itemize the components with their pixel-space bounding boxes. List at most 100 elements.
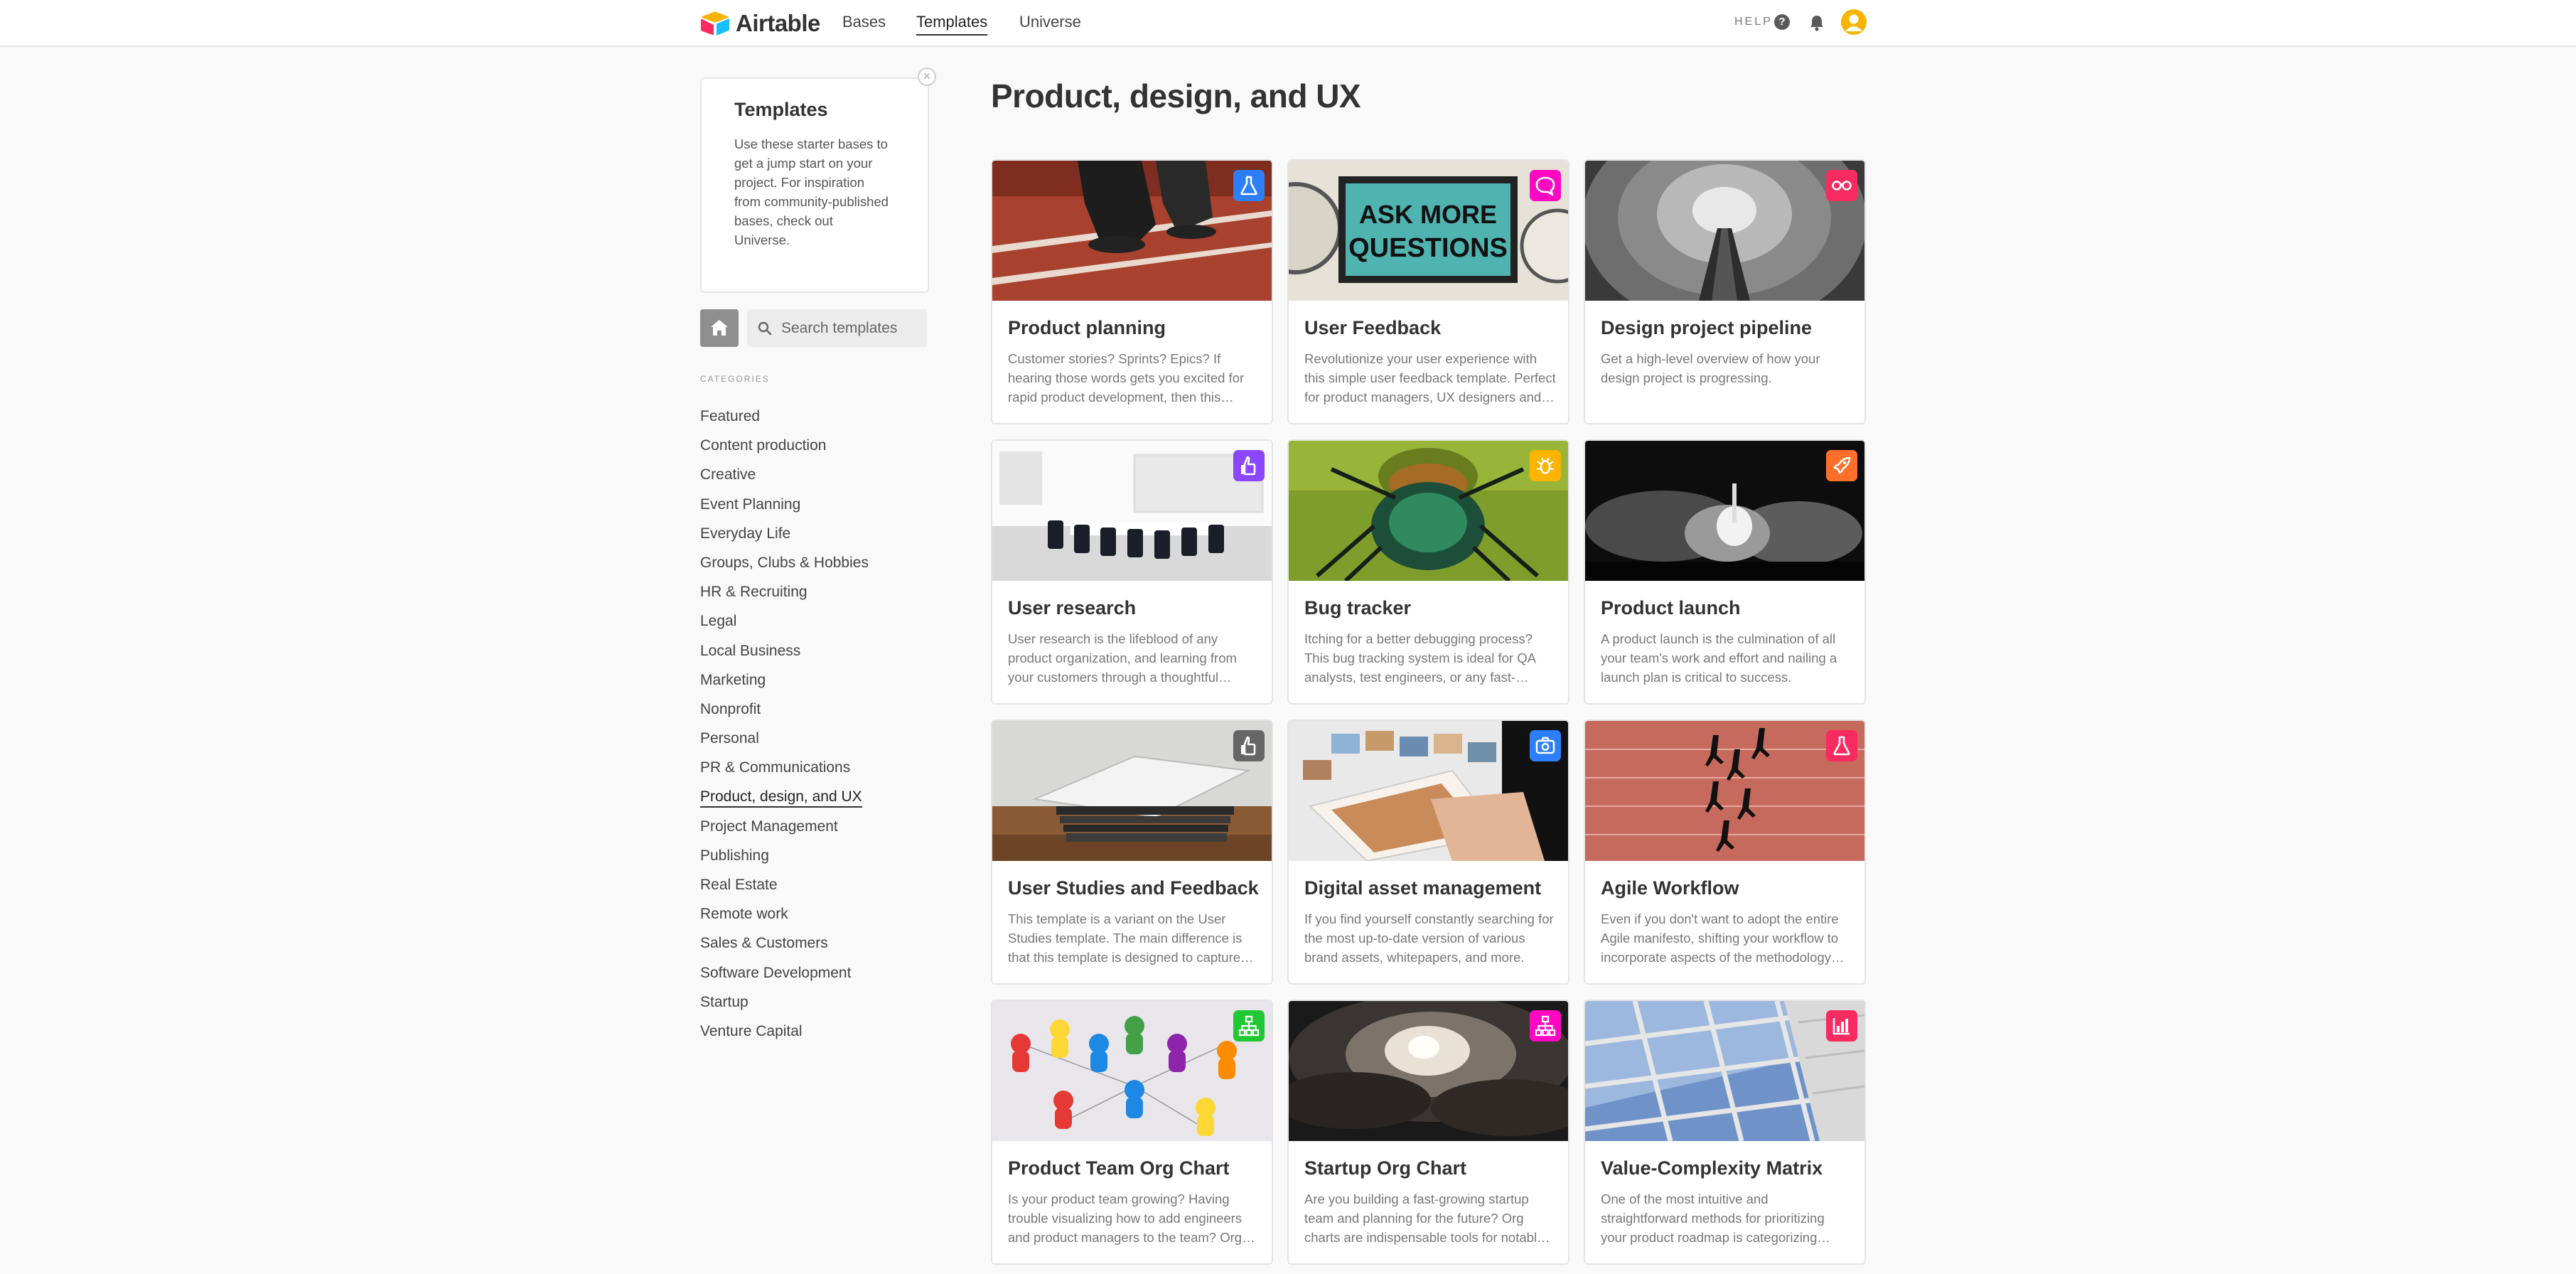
- card-description: This template is a variant on the User S…: [1008, 911, 1243, 965]
- org-chart-icon: [1530, 1010, 1561, 1042]
- category-item[interactable]: Legal: [700, 610, 869, 639]
- search-icon: [758, 321, 772, 336]
- template-card[interactable]: Product planning Customer stories? Sprin…: [991, 159, 1273, 424]
- template-card[interactable]: Product launch A product launch is the c…: [1584, 439, 1866, 705]
- glasses-icon: [1826, 170, 1857, 201]
- card-description: One of the most intuitive and straightfo…: [1601, 1192, 1825, 1245]
- card-image: [1585, 161, 1864, 301]
- category-item-active[interactable]: Product, design, and UX: [700, 786, 869, 815]
- intro-title: Templates: [734, 99, 828, 120]
- airtable-logo[interactable]: Airtable: [700, 10, 820, 37]
- card-title: User Feedback: [1304, 317, 1442, 338]
- category-item[interactable]: Software Development: [700, 962, 869, 991]
- template-card[interactable]: User Studies and Feedback This template …: [991, 719, 1273, 985]
- card-description: Itching for a better debugging process? …: [1304, 631, 1535, 685]
- category-item[interactable]: Featured: [700, 405, 869, 434]
- nav-templates[interactable]: Templates: [916, 13, 988, 36]
- category-item[interactable]: Creative: [700, 464, 869, 493]
- card-image: [992, 1001, 1272, 1141]
- bar-chart-icon: [1826, 1010, 1857, 1042]
- flask-icon: [1233, 170, 1265, 201]
- brand-name: Airtable: [736, 10, 820, 36]
- user-icon: [1845, 14, 1862, 31]
- hand-icon: [1233, 730, 1265, 761]
- card-description: User research is the lifeblood of any pr…: [1008, 631, 1237, 685]
- card-title: User research: [1008, 597, 1137, 619]
- category-item[interactable]: Nonprofit: [700, 698, 869, 727]
- card-description: A product launch is the culmination of a…: [1601, 631, 1837, 685]
- template-card[interactable]: Startup Org Chart Are you building a fas…: [1287, 1000, 1569, 1265]
- card-image: [1585, 441, 1864, 581]
- chat-icon: [1530, 170, 1561, 201]
- card-title: Agile Workflow: [1601, 877, 1739, 899]
- category-item[interactable]: Project Management: [700, 815, 869, 845]
- category-item[interactable]: Real Estate: [700, 874, 869, 903]
- card-image: [1585, 1001, 1864, 1141]
- page-title: Product, design, and UX: [991, 77, 1361, 114]
- category-item[interactable]: HR & Recruiting: [700, 581, 869, 610]
- card-description: If you find yourself constantly searchin…: [1304, 911, 1554, 965]
- card-image: [992, 441, 1272, 581]
- category-item[interactable]: Startup: [700, 991, 869, 1020]
- card-title: Startup Org Chart: [1304, 1157, 1467, 1179]
- intro-text: Use these starter bases to get a jump st…: [734, 136, 889, 247]
- card-description: Is your product team growing? Having tro…: [1008, 1192, 1243, 1245]
- template-card[interactable]: Digital asset management If you find you…: [1287, 719, 1569, 985]
- help-icon[interactable]: ?: [1774, 14, 1790, 30]
- home-icon: [711, 320, 728, 336]
- category-item[interactable]: Personal: [700, 727, 869, 756]
- category-item[interactable]: Marketing: [700, 669, 869, 698]
- rocket-icon: [1826, 450, 1857, 481]
- category-item[interactable]: Remote work: [700, 903, 869, 932]
- card-title: User Studies and Feedback: [1008, 877, 1259, 899]
- card-image: ASK MORE QUESTIONS: [1289, 161, 1568, 301]
- category-item[interactable]: PR & Communications: [700, 756, 869, 786]
- bell-icon[interactable]: [1809, 14, 1825, 32]
- template-card[interactable]: Bug tracker Itching for a better debuggi…: [1287, 439, 1569, 705]
- templates-intro-card: Templates Use these starter bases to get…: [700, 77, 929, 293]
- template-card[interactable]: ASK MORE QUESTIONS User Feedback Revolut…: [1287, 159, 1569, 424]
- template-card[interactable]: User research User research is the lifeb…: [991, 439, 1273, 705]
- card-image: [1289, 721, 1568, 861]
- card-title: Product planning: [1008, 317, 1166, 338]
- card-title: Digital asset management: [1304, 877, 1542, 899]
- card-title: Product launch: [1601, 597, 1741, 619]
- top-nav: Airtable Bases Templates Universe HELP ?: [0, 0, 2576, 47]
- card-title: Bug tracker: [1304, 597, 1412, 619]
- search-box[interactable]: [747, 309, 927, 347]
- avatar[interactable]: [1841, 9, 1867, 35]
- template-card[interactable]: Agile Workflow Even if you don't want to…: [1584, 719, 1866, 985]
- close-icon[interactable]: ×: [918, 68, 936, 86]
- category-item[interactable]: Event Planning: [700, 493, 869, 523]
- card-image: [992, 721, 1272, 861]
- airtable-logo-icon: [701, 11, 729, 36]
- hand-icon: [1233, 450, 1265, 481]
- card-image: [1289, 441, 1568, 581]
- category-item[interactable]: Publishing: [700, 845, 869, 874]
- template-card[interactable]: Value-Complexity Matrix One of the most …: [1584, 1000, 1866, 1265]
- help-label[interactable]: HELP: [1734, 16, 1773, 28]
- nav-universe[interactable]: Universe: [1019, 13, 1081, 31]
- flask-icon: [1826, 730, 1857, 761]
- card-title: Value-Complexity Matrix: [1601, 1157, 1823, 1179]
- card-image: [992, 161, 1272, 301]
- org-chart-icon: [1233, 1010, 1265, 1042]
- camera-icon: [1530, 730, 1561, 761]
- svg-text:ASK MORE: ASK MORE: [1359, 200, 1497, 229]
- template-card[interactable]: Design project pipeline Get a high-level…: [1584, 159, 1866, 424]
- category-item[interactable]: Sales & Customers: [700, 932, 869, 961]
- svg-text:QUESTIONS: QUESTIONS: [1348, 233, 1508, 263]
- nav-bases[interactable]: Bases: [842, 13, 886, 31]
- category-item[interactable]: Content production: [700, 434, 869, 464]
- card-title: Design project pipeline: [1601, 317, 1813, 338]
- category-item[interactable]: Everyday Life: [700, 523, 869, 552]
- card-image: [1585, 721, 1864, 861]
- category-item[interactable]: Local Business: [700, 640, 869, 669]
- template-card[interactable]: Product Team Org Chart Is your product t…: [991, 1000, 1273, 1265]
- search-input[interactable]: [781, 309, 923, 347]
- category-item[interactable]: Venture Capital: [700, 1020, 869, 1049]
- home-button[interactable]: [700, 309, 739, 347]
- category-item[interactable]: Groups, Clubs & Hobbies: [700, 552, 869, 581]
- card-description: Revolutionize your user experience with …: [1304, 351, 1556, 405]
- card-description: Get a high-level overview of how your de…: [1601, 351, 1820, 385]
